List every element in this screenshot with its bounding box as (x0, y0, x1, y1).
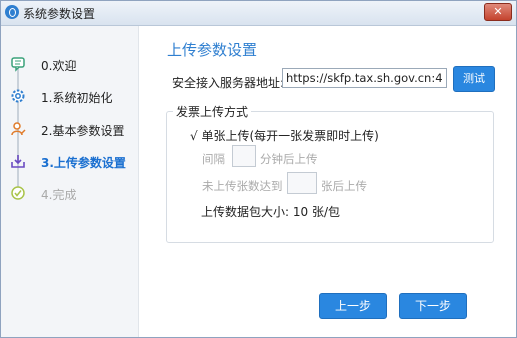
step-label: 3.上传参数设置 (41, 156, 126, 170)
prev-button[interactable]: 上一步 (319, 293, 387, 319)
step-welcome[interactable]: 0.欢迎 (1, 54, 138, 74)
upload-icon (11, 155, 25, 168)
settings-window: 系统参数设置 ✕ 0.欢迎 1.系统初始化 2.基本参数设置 3.上传参数设置 … (0, 0, 517, 338)
title-bar: 系统参数设置 ✕ (1, 1, 516, 26)
packet-size-text: 上传数据包大小: 10 张/包 (201, 205, 340, 219)
step-label: 4.完成 (41, 188, 77, 202)
app-logo-icon (5, 5, 19, 19)
count-input[interactable] (287, 172, 317, 194)
step-label: 1.系统初始化 (41, 91, 113, 105)
chat-bubble-icon (11, 57, 25, 72)
page-title: 上传参数设置 (167, 41, 258, 59)
group-title: 发票上传方式 (173, 103, 252, 120)
single-upload-option[interactable]: √ 单张上传(每开一张发票即时上传) (190, 127, 379, 144)
wizard-sidebar: 0.欢迎 1.系统初始化 2.基本参数设置 3.上传参数设置 4.完成 (1, 26, 139, 337)
next-button[interactable]: 下一步 (399, 293, 467, 319)
test-button[interactable]: 测试 (453, 66, 495, 92)
interval-suffix: 分钟后上传 (260, 152, 318, 166)
step-init[interactable]: 1.系统初始化 (1, 86, 138, 106)
main-panel: 上传参数设置 安全接入服务器地址: 测试 发票上传方式 √ 单张上传(每开一张发… (139, 26, 516, 337)
close-button[interactable]: ✕ (484, 3, 512, 21)
step-label: 0.欢迎 (41, 59, 77, 73)
step-label: 2.基本参数设置 (41, 124, 125, 138)
gear-icon (11, 89, 25, 103)
step-finish[interactable]: 4.完成 (1, 183, 138, 203)
step-upload-params[interactable]: 3.上传参数设置 (1, 151, 138, 171)
count-suffix: 张后上传 (321, 179, 367, 193)
user-icon (11, 122, 26, 136)
interval-input[interactable] (232, 145, 256, 167)
step-basic-params[interactable]: 2.基本参数设置 (1, 119, 138, 139)
window-title: 系统参数设置 (23, 7, 96, 21)
interval-prefix: 间隔 (202, 152, 225, 166)
count-prefix: 未上传张数达到 (202, 179, 283, 193)
check-circle-icon (11, 186, 25, 200)
server-address-label: 安全接入服务器地址: (172, 76, 285, 90)
server-address-input[interactable] (282, 68, 447, 88)
